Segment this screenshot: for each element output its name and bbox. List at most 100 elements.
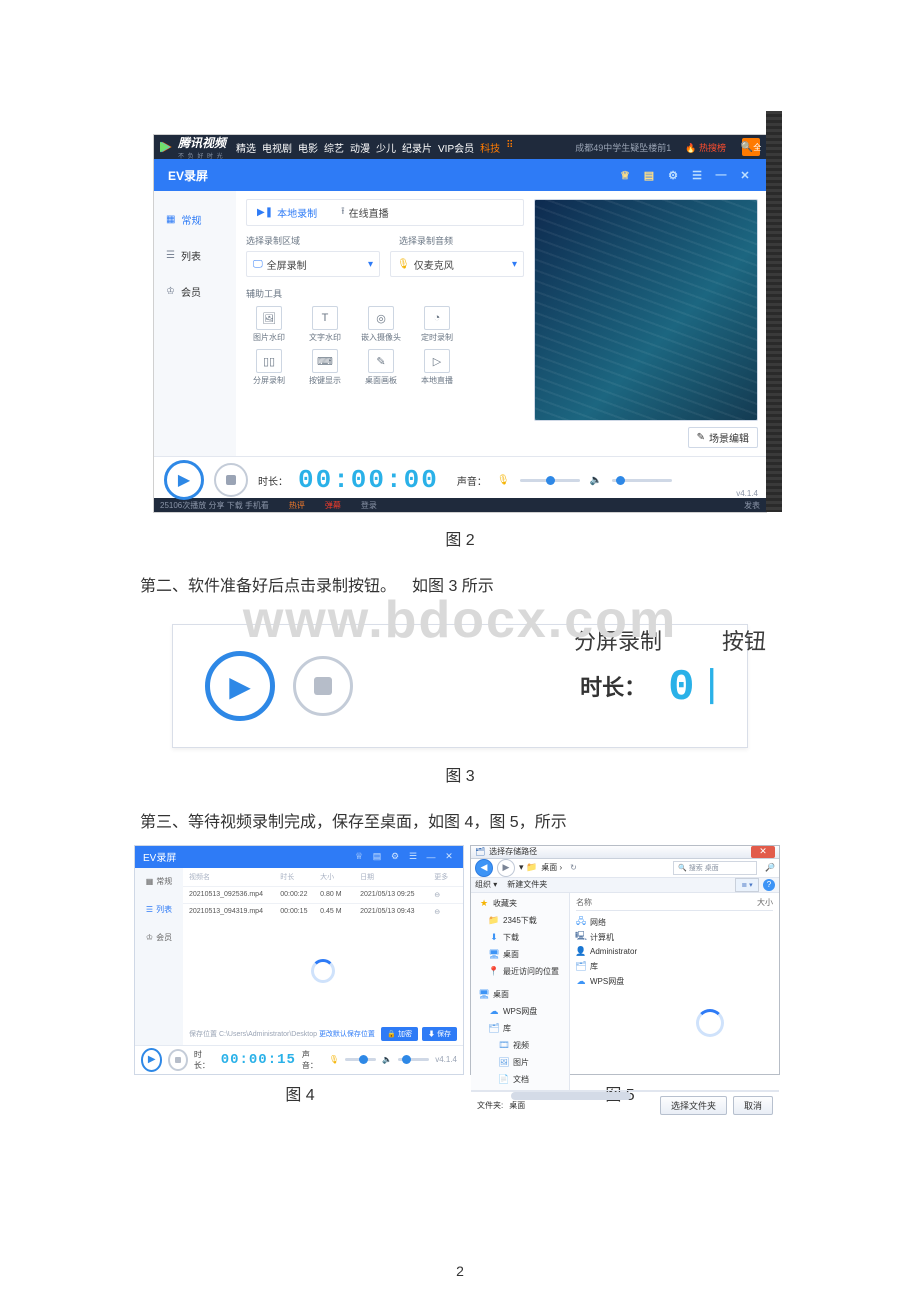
tool-keyboard[interactable]: ⌨按键显示 bbox=[302, 349, 348, 386]
list-item[interactable]: 🗂库 bbox=[576, 961, 773, 972]
sidebar-item-general[interactable]: ▦常规 bbox=[135, 868, 183, 896]
region-select[interactable]: 🖵全屏录制 ▾ bbox=[246, 251, 380, 277]
page-number: 2 bbox=[456, 1263, 464, 1279]
tool-timer[interactable]: ◔定时录制 bbox=[414, 306, 460, 343]
nav-all-icon[interactable]: ⠿ bbox=[506, 140, 513, 155]
tree-item[interactable]: 📍最近访问的位置 bbox=[475, 965, 565, 978]
list-item[interactable]: ☁WPS网盘 bbox=[576, 976, 773, 987]
tool-image-watermark[interactable]: 🖼图片水印 bbox=[246, 306, 292, 343]
back-button[interactable]: ◀ bbox=[475, 859, 493, 877]
caption-fig4: 图 4 bbox=[140, 1081, 460, 1105]
refresh-icon[interactable]: ↻ bbox=[570, 863, 577, 872]
close-icon[interactable]: ✕ bbox=[738, 168, 752, 182]
tree-item[interactable]: ☁WPS网盘 bbox=[475, 1005, 565, 1018]
tree-desktop[interactable]: 🖥桌面 bbox=[475, 988, 565, 1001]
tree-item[interactable]: 🗂库 bbox=[475, 1022, 565, 1035]
speaker-slider[interactable] bbox=[398, 1058, 429, 1061]
table-row[interactable]: 20210513_094319.mp400:00:150.45 M2021/05… bbox=[183, 903, 463, 920]
view-mode-button[interactable]: ≣ ▾ bbox=[735, 878, 759, 892]
close-icon[interactable]: ✕ bbox=[443, 851, 455, 863]
sidebar-item-list[interactable]: ☰ 列表 bbox=[154, 237, 236, 273]
record-button[interactable]: ▶ bbox=[164, 460, 204, 500]
tool-board[interactable]: ✎桌面画板 bbox=[358, 349, 404, 386]
record-button[interactable]: ▶ bbox=[205, 651, 275, 721]
list-item[interactable]: 👤Administrator bbox=[576, 947, 773, 957]
nav-item-hot[interactable]: 科技 bbox=[480, 140, 500, 155]
search-button[interactable]: 🔍 全 bbox=[742, 138, 760, 156]
dialog-toolbar: 组织 ▾ 新建文件夹 ≣ ▾ ? bbox=[471, 878, 779, 893]
sidebar-item-member[interactable]: ♔ 会员 bbox=[154, 273, 236, 309]
column-header[interactable]: 名称 bbox=[576, 897, 592, 908]
breadcrumb[interactable]: 桌面 › bbox=[541, 862, 562, 873]
folder-icon: 📁 bbox=[526, 862, 537, 872]
mic-slider[interactable] bbox=[520, 479, 580, 482]
gear-icon[interactable]: ⚙ bbox=[389, 851, 401, 863]
tool-split[interactable]: ▯▯分屏录制 bbox=[246, 349, 292, 386]
list-item[interactable]: 🖧网络 bbox=[576, 917, 773, 928]
stop-button[interactable] bbox=[293, 656, 353, 716]
scene-edit-button[interactable]: ✎ 场景编辑 bbox=[688, 427, 758, 448]
close-icon[interactable]: ✕ bbox=[751, 846, 775, 858]
crown-icon[interactable]: ♕ bbox=[353, 851, 365, 863]
crown-icon[interactable]: ♕ bbox=[618, 168, 632, 182]
nav-item[interactable]: 纪录片 bbox=[402, 140, 432, 155]
tree-item[interactable]: 🎞视频 bbox=[475, 1039, 565, 1052]
table-row[interactable]: 20210513_092536.mp400:00:220.80 M2021/05… bbox=[183, 886, 463, 903]
tab-local-record[interactable]: ▶❚ 本地录制 bbox=[257, 204, 317, 221]
coupon-icon[interactable]: ▤ bbox=[642, 168, 656, 182]
mic-slider[interactable] bbox=[345, 1058, 376, 1061]
forward-button[interactable]: ▶ bbox=[497, 859, 515, 877]
tree-item[interactable]: 🖼图片 bbox=[475, 1056, 565, 1069]
member-icon: ♔ bbox=[166, 286, 175, 297]
nav-item[interactable]: 精选 bbox=[236, 140, 256, 155]
tool-camera[interactable]: ◎嵌入摄像头 bbox=[358, 306, 404, 343]
organize-menu[interactable]: 组织 ▾ bbox=[475, 879, 497, 890]
search-input[interactable]: 🔍搜索 桌面 bbox=[673, 861, 757, 875]
search-glass-icon[interactable]: 🔎 bbox=[765, 863, 775, 872]
row-more-icon[interactable]: ⊖ bbox=[434, 908, 457, 916]
coupon-icon[interactable]: ▤ bbox=[371, 851, 383, 863]
nav-item[interactable]: 电影 bbox=[298, 140, 318, 155]
tree-item[interactable]: ⬇下载 bbox=[475, 931, 565, 944]
help-icon[interactable]: ? bbox=[763, 879, 775, 891]
sidebar-item-general[interactable]: ▦ 常规 bbox=[154, 201, 236, 237]
new-folder-button[interactable]: 新建文件夹 bbox=[507, 879, 547, 890]
menu-icon[interactable]: ☰ bbox=[690, 168, 704, 182]
list-item[interactable]: 🖳计算机 bbox=[576, 932, 773, 943]
stop-button[interactable] bbox=[214, 463, 248, 497]
save-button[interactable]: ⬇ 保存 bbox=[422, 1027, 457, 1041]
ev-sidebar: ▦常规 ☰列表 ♔会员 bbox=[135, 868, 183, 1045]
tool-local-live[interactable]: ▷本地直播 bbox=[414, 349, 460, 386]
news-ticker[interactable]: 成都49中学生疑坠楼前1 bbox=[575, 141, 671, 154]
encrypt-button[interactable]: 🔒 加密 bbox=[381, 1027, 418, 1041]
nav-item[interactable]: VIP会员 bbox=[438, 140, 474, 155]
change-path-link[interactable]: 更改默认保存位置 bbox=[319, 1031, 375, 1038]
play-logo-icon bbox=[160, 140, 174, 154]
hot-ranking[interactable]: 🔥 热搜榜 bbox=[685, 141, 726, 154]
stop-button[interactable] bbox=[168, 1049, 188, 1071]
row-more-icon[interactable]: ⊖ bbox=[434, 891, 457, 899]
tree-item[interactable]: 📁2345下载 bbox=[475, 914, 565, 927]
sidebar-item-list[interactable]: ☰列表 bbox=[135, 896, 183, 924]
sidebar-item-member[interactable]: ♔会员 bbox=[135, 924, 183, 952]
tree-item[interactable]: 🖥桌面 bbox=[475, 948, 565, 961]
speaker-slider[interactable] bbox=[612, 479, 672, 482]
gear-icon[interactable]: ⚙ bbox=[666, 168, 680, 182]
tab-live[interactable]: ⭱ 在线直播 bbox=[341, 204, 389, 221]
tencent-header: 腾讯视频 不 负 好 时 光 精选 电视剧 电影 综艺 动漫 少儿 纪录片 VI… bbox=[154, 135, 766, 159]
nav-item[interactable]: 电视剧 bbox=[262, 140, 292, 155]
menu-icon[interactable]: ☰ bbox=[407, 851, 419, 863]
column-header[interactable]: 大小 bbox=[757, 897, 773, 908]
nav-item[interactable]: 少儿 bbox=[376, 140, 396, 155]
tree-favorites[interactable]: ★收藏夹 bbox=[475, 897, 565, 910]
tool-label: 桌面画板 bbox=[365, 375, 397, 386]
nav-item[interactable]: 综艺 bbox=[324, 140, 344, 155]
record-button[interactable]: ▶ bbox=[141, 1048, 162, 1072]
audio-select[interactable]: 🎙仅麦克风 ▾ bbox=[390, 251, 524, 277]
minimize-icon[interactable]: — bbox=[714, 168, 728, 182]
scrollbar[interactable] bbox=[471, 1090, 779, 1091]
ev-sidebar: ▦ 常规 ☰ 列表 ♔ 会员 bbox=[154, 191, 236, 456]
tool-text-watermark[interactable]: T文字水印 bbox=[302, 306, 348, 343]
minimize-icon[interactable]: — bbox=[425, 851, 437, 863]
nav-item[interactable]: 动漫 bbox=[350, 140, 370, 155]
